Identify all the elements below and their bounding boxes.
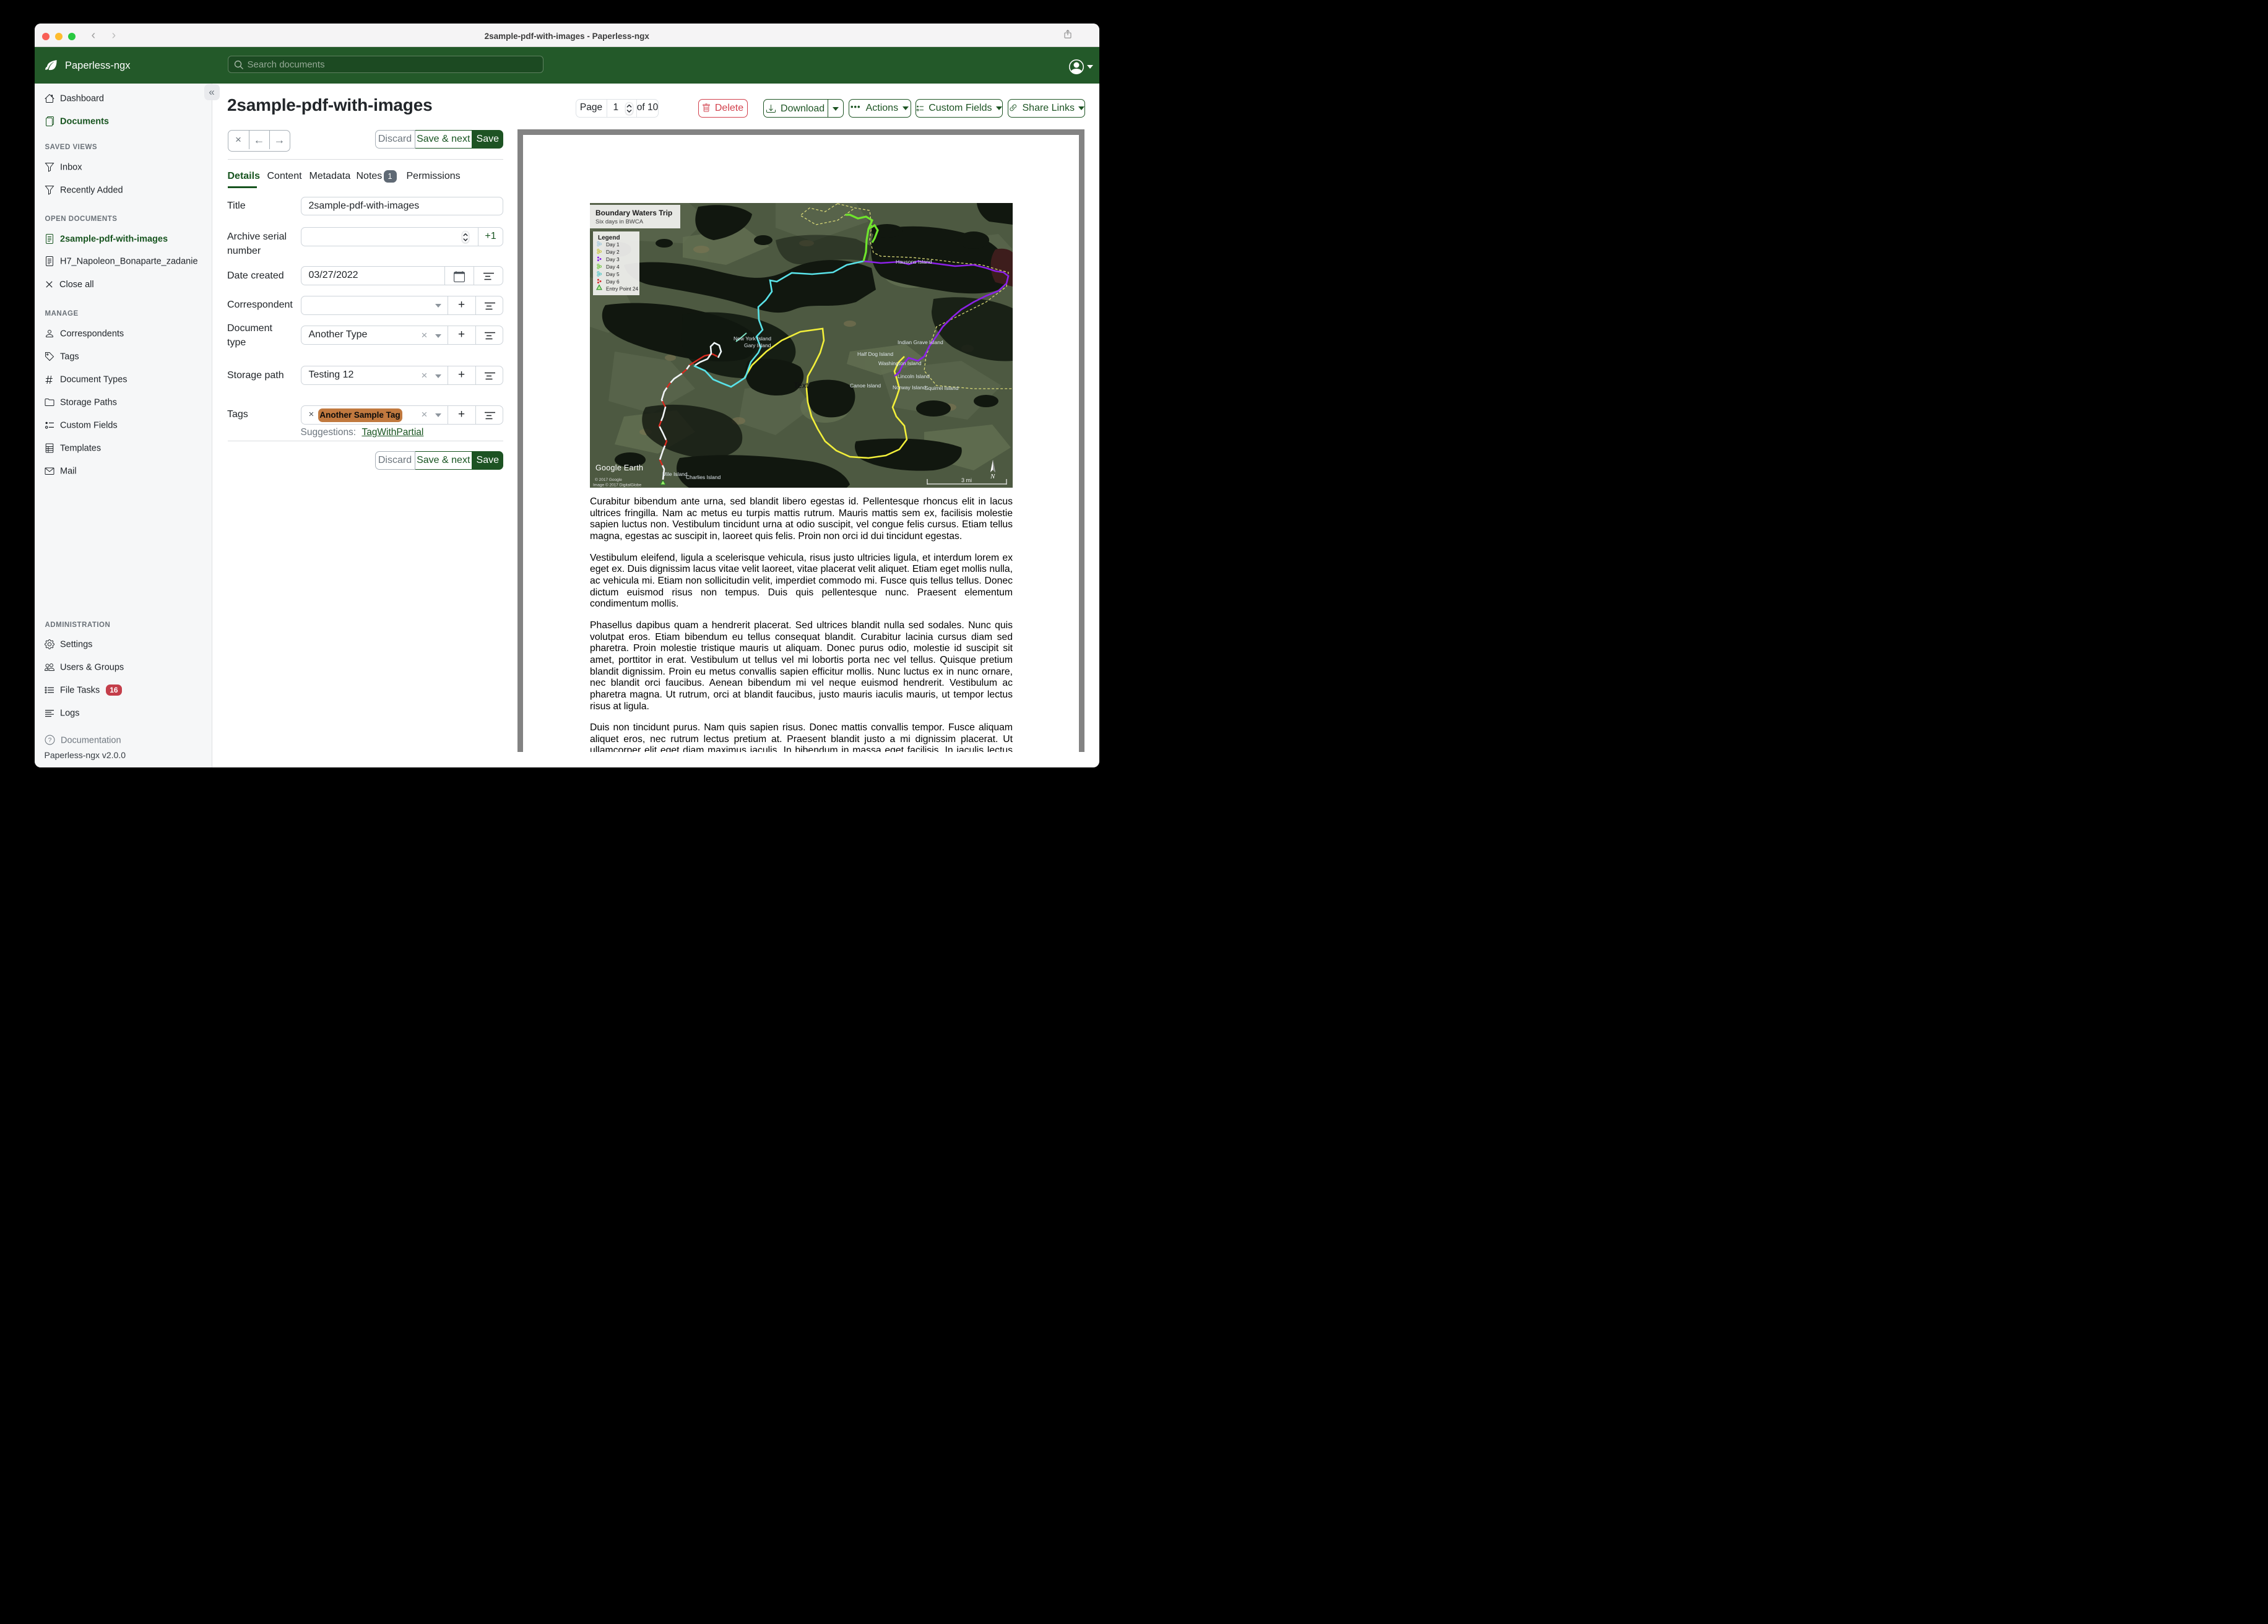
- svg-text:Text: Text: [794, 381, 808, 390]
- svg-text:Gary Island: Gary Island: [744, 342, 771, 348]
- svg-text:3 mi: 3 mi: [961, 477, 972, 483]
- svg-text:Day 4: Day 4: [606, 264, 620, 270]
- svg-text:?: ?: [48, 737, 51, 744]
- svg-text:Charlies Island: Charlies Island: [686, 474, 721, 480]
- svg-text:Canoe Island: Canoe Island: [850, 382, 881, 389]
- svg-text:Lincoln Island: Lincoln Island: [898, 373, 930, 379]
- svg-text:Day 6: Day 6: [606, 278, 620, 284]
- svg-text:Mile Island: Mile Island: [662, 471, 688, 477]
- svg-text:Entry Point 24: Entry Point 24: [606, 285, 639, 292]
- svg-text:Image © 2017 DigitalGlobe: Image © 2017 DigitalGlobe: [593, 482, 642, 487]
- svg-text:Half Dog Island: Half Dog Island: [857, 351, 893, 357]
- svg-text:Day 2: Day 2: [606, 248, 620, 254]
- svg-text:N: N: [990, 473, 995, 480]
- svg-text:Day 5: Day 5: [606, 271, 620, 277]
- svg-text:Squirrel Island: Squirrel Island: [925, 385, 959, 391]
- svg-text:Indian Grave Island: Indian Grave Island: [898, 339, 943, 345]
- svg-text:Day 3: Day 3: [606, 256, 620, 262]
- svg-text:Day 1: Day 1: [606, 241, 620, 247]
- svg-text:Google Earth: Google Earth: [595, 464, 643, 472]
- svg-text:New York Island: New York Island: [734, 335, 771, 342]
- svg-text:Legend: Legend: [598, 235, 620, 241]
- svg-text:Washington Island: Washington Island: [878, 360, 922, 366]
- svg-text:Boundary Waters Trip: Boundary Waters Trip: [595, 209, 672, 217]
- svg-text:© 2017 Google: © 2017 Google: [595, 477, 622, 482]
- svg-text:Norway Island: Norway Island: [893, 384, 926, 391]
- svg-text:Six days in BWCA: Six days in BWCA: [595, 218, 644, 225]
- svg-text:Hausons Island: Hausons Island: [896, 259, 932, 265]
